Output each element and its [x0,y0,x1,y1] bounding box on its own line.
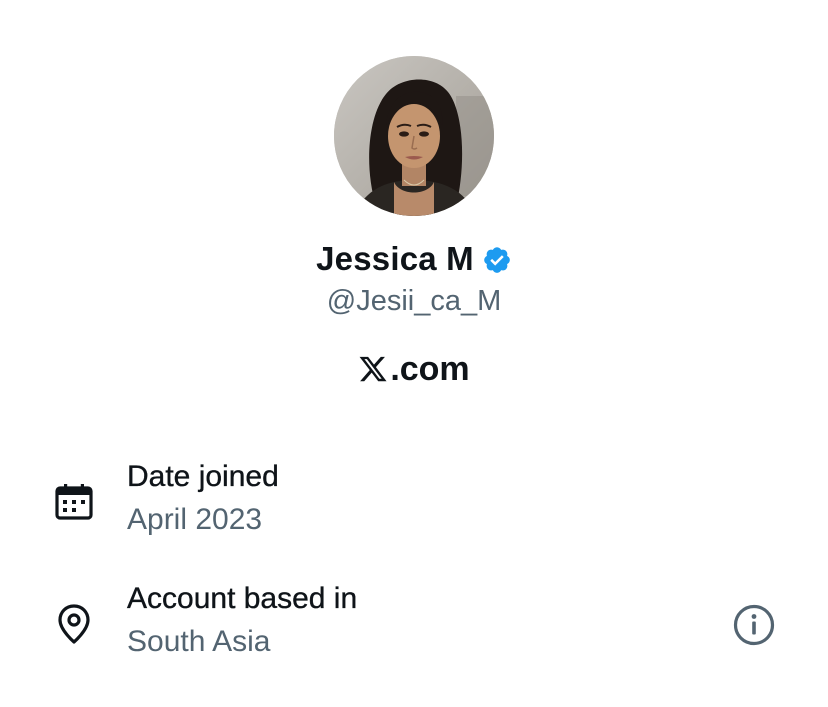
calendar-icon [52,480,96,524]
account-based-in-title: Account based in [127,582,358,615]
display-name: Jessica M [316,240,474,277]
profile-photo [334,56,494,216]
account-based-in-value: South Asia [127,625,271,658]
brand-domain: .com [0,349,828,389]
name-row: Jessica M [0,240,828,278]
avatar[interactable] [334,56,494,216]
location-pin-icon [52,602,96,646]
info-icon[interactable] [731,602,777,648]
verified-badge-icon[interactable] [482,245,512,275]
date-joined-title: Date joined [127,460,279,493]
domain-text: .com [390,350,470,388]
date-joined-value: April 2023 [127,503,263,536]
x-logo-icon [359,356,387,382]
date-joined-row: Date joined April 2023 [0,458,828,548]
account-info-page: Jessica M @Jesii_ca_M .com Date joined A… [0,0,828,707]
account-based-in-row: Account based in South Asia [0,580,828,670]
handle: @Jesii_ca_M [326,285,502,317]
